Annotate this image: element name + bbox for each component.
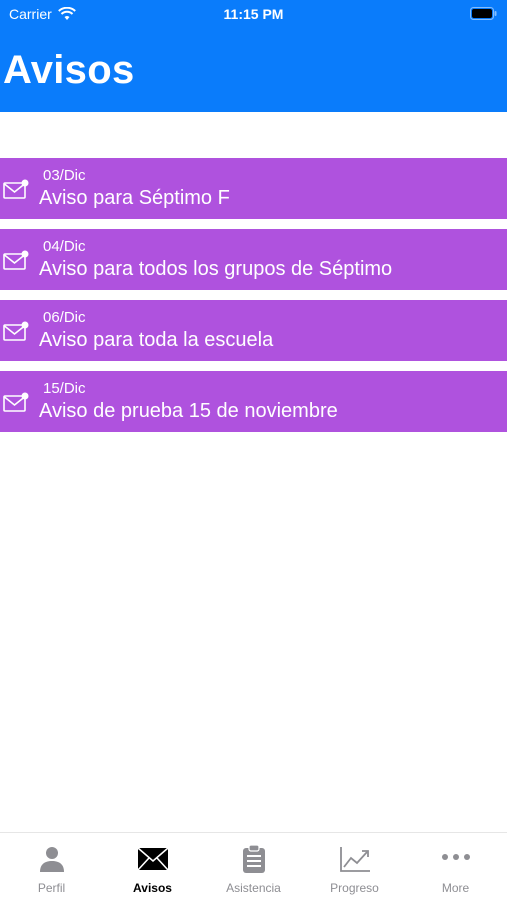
notice-row[interactable]: 15/Dic Aviso de prueba 15 de noviembre — [0, 371, 507, 432]
notice-title: Aviso para toda la escuela — [39, 329, 274, 351]
tab-label: Progreso — [330, 881, 379, 895]
person-icon — [39, 847, 64, 872]
mail-unread-icon — [3, 392, 29, 412]
page-title: Avisos — [3, 48, 135, 92]
notice-date: 15/Dic — [43, 380, 86, 397]
mail-unread-icon — [3, 321, 29, 341]
notice-row[interactable]: 04/Dic Aviso para todos los grupos de Sé… — [0, 229, 507, 290]
notice-row[interactable]: 06/Dic Aviso para toda la escuela — [0, 300, 507, 361]
tab-progreso[interactable]: Progreso — [304, 833, 405, 900]
mail-unread-icon — [3, 250, 29, 270]
tab-label: Perfil — [37, 881, 66, 895]
tab-label: More — [441, 881, 470, 895]
tab-avisos[interactable]: Avisos — [102, 833, 203, 900]
tab-perfil[interactable]: Perfil — [1, 833, 102, 900]
notice-title: Aviso para Séptimo F — [39, 187, 230, 209]
mail-unread-icon — [3, 179, 29, 199]
tab-bar: Perfil Avisos Asistencia Progreso More — [0, 832, 507, 900]
tab-more[interactable]: More — [405, 833, 506, 900]
tab-label: Asistencia — [226, 881, 281, 895]
notice-date: 06/Dic — [43, 309, 86, 326]
more-icon — [441, 854, 470, 860]
battery-icon — [470, 7, 497, 20]
status-time: 11:15 PM — [223, 6, 284, 22]
clipboard-icon — [242, 845, 265, 873]
notice-date: 04/Dic — [43, 238, 86, 255]
tab-label: Avisos — [133, 881, 172, 895]
header: Carrier 11:15 PM Avisos — [0, 0, 507, 112]
notice-row[interactable]: 03/Dic Aviso para Séptimo F — [0, 158, 507, 219]
chart-line-icon — [339, 847, 370, 872]
notice-list: 03/Dic Aviso para Séptimo F 04/Dic Aviso… — [0, 158, 507, 442]
screen: Carrier 11:15 PM Avisos 03/Dic Aviso par… — [0, 0, 507, 900]
notice-date: 03/Dic — [43, 167, 86, 184]
status-bar: Carrier 11:15 PM — [0, 0, 507, 28]
notice-title: Aviso de prueba 15 de noviembre — [39, 400, 338, 422]
envelope-icon — [136, 847, 169, 871]
tab-asistencia[interactable]: Asistencia — [203, 833, 304, 900]
notice-title: Aviso para todos los grupos de Séptimo — [39, 258, 393, 280]
